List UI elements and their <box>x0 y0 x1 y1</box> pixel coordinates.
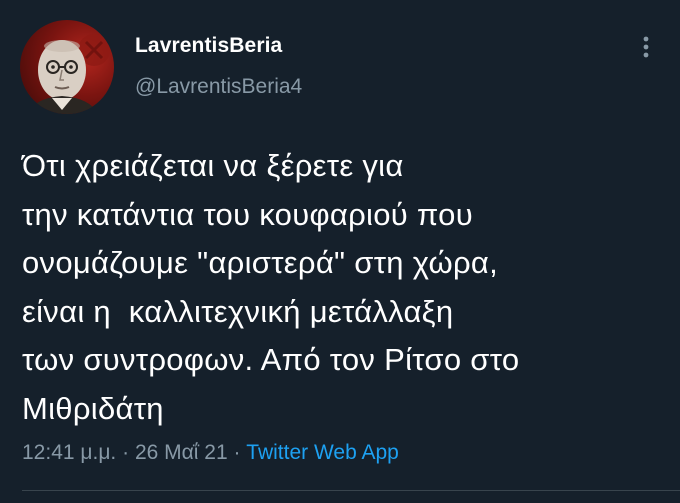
divider <box>22 490 680 491</box>
display-name[interactable]: LavrentisBeria <box>135 34 282 58</box>
more-options-button[interactable] <box>628 32 664 62</box>
tweet-meta: 12:41 μ.μ. · 26 Μαΐ 21 · Twitter Web App <box>22 441 399 465</box>
profile-avatar-icon <box>28 34 110 114</box>
tweet-text: Ότι χρειάζεται να ξέρετε για την κατάντι… <box>22 148 520 426</box>
more-vertical-icon <box>643 36 649 58</box>
tweet-card: LavrentisBeria @LavrentisBeria4 Ότι χρει… <box>0 0 680 503</box>
tweet-date[interactable]: 26 Μαΐ 21 <box>135 441 228 464</box>
meta-separator: · <box>116 441 135 464</box>
tweet-source-link[interactable]: Twitter Web App <box>246 441 399 464</box>
meta-separator: · <box>227 441 247 464</box>
user-handle[interactable]: @LavrentisBeria4 <box>135 75 302 99</box>
avatar[interactable] <box>20 20 114 114</box>
tweet-time[interactable]: 12:41 μ.μ. <box>22 441 116 464</box>
